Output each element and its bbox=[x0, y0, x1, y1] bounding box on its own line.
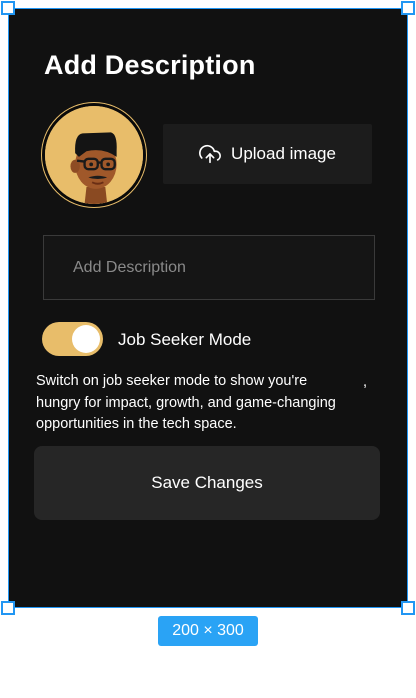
resize-handle-top-right[interactable] bbox=[401, 1, 415, 15]
dialog-title: Add Description bbox=[44, 50, 256, 80]
resize-handle-bottom-left[interactable] bbox=[1, 601, 15, 615]
resize-handle-top-left[interactable] bbox=[1, 1, 15, 15]
save-changes-button[interactable]: Save Changes bbox=[34, 446, 380, 520]
upload-button-label: Upload image bbox=[231, 144, 336, 163]
stray-comma: , bbox=[363, 374, 368, 390]
description-input[interactable] bbox=[43, 235, 375, 300]
upload-image-button[interactable]: Upload image bbox=[163, 124, 372, 184]
avatar[interactable] bbox=[42, 103, 146, 207]
help-line: hungry for impact, growth, and game-chan… bbox=[36, 394, 336, 411]
help-line: opportunities in the tech space. bbox=[36, 416, 237, 432]
help-line: Switch on job seeker mode to show you're bbox=[36, 373, 308, 389]
frame-size-badge: 200 × 300 bbox=[158, 616, 258, 646]
job-seeker-help-text: Switch on job seeker mode to show you're… bbox=[36, 371, 381, 436]
canvas: Add Description Upload image Add Descrip… bbox=[0, 0, 416, 698]
toggle-knob bbox=[72, 325, 100, 353]
job-seeker-toggle[interactable] bbox=[42, 322, 103, 356]
job-seeker-label: Job Seeker Mode bbox=[118, 330, 252, 349]
resize-handle-bottom-right[interactable] bbox=[401, 601, 415, 615]
upload-icon bbox=[199, 144, 221, 164]
avatar-illustration bbox=[45, 106, 143, 204]
save-button-label: Save Changes bbox=[151, 473, 263, 492]
